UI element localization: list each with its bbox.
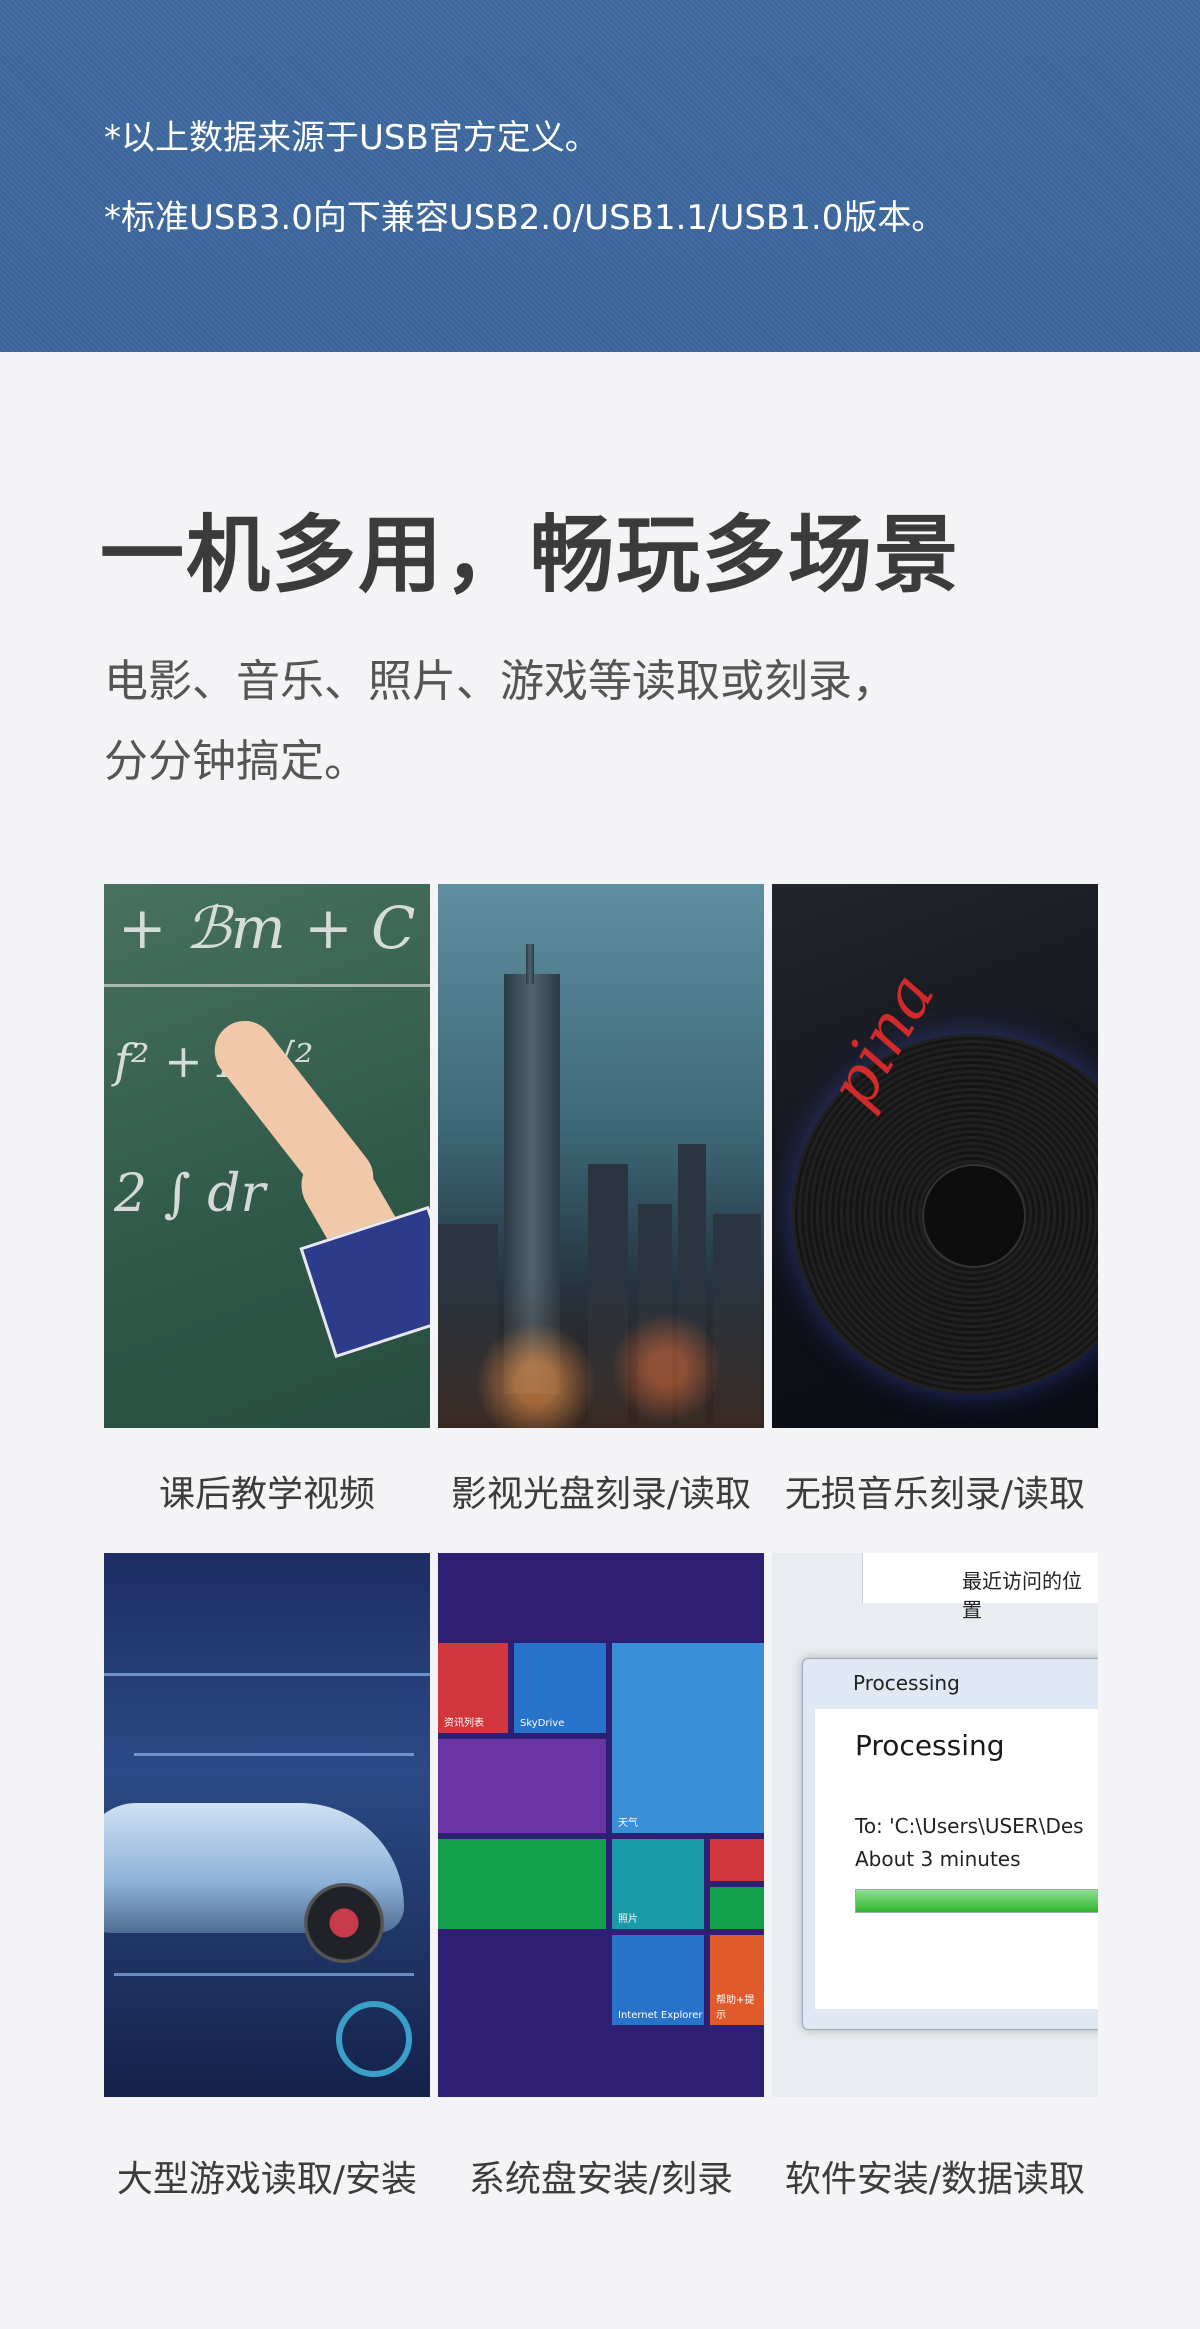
- dialog-eta: About 3 minutes: [855, 1847, 1021, 1871]
- scene-image-processing: 最近访问的位置 Processing Processing To: 'C:\Us…: [772, 1553, 1098, 2097]
- speed-gauge-icon: [336, 2001, 412, 2077]
- progress-bar: [855, 1889, 1098, 1913]
- dialog-destination: To: 'C:\Users\USER\Des: [855, 1814, 1084, 1838]
- caption-game-install: 大型游戏读取/安装: [116, 2159, 418, 2200]
- scene-image-city: [438, 884, 764, 1428]
- caption-software-install: 软件安装/数据读取: [784, 2159, 1086, 2200]
- notes-band: *以上数据来源于USB官方定义。 *标准USB3.0向下兼容USB2.0/USB…: [0, 0, 1200, 352]
- photos-icon: 照片: [612, 1839, 704, 1929]
- note-data-source: *以上数据来源于USB官方定义。: [104, 118, 599, 158]
- caption-movie-disc: 影视光盘刻录/读取: [450, 1474, 752, 1515]
- help-icon: 帮助+提示: [710, 1935, 764, 2025]
- explorer-recent-label: 最近访问的位置: [962, 1569, 1082, 1622]
- ie-icon: Internet Explorer: [612, 1935, 704, 2025]
- caption-teaching: 课后教学视频: [158, 1474, 375, 1515]
- processing-dialog: Processing Processing To: 'C:\Users\USER…: [802, 1658, 1098, 2030]
- page-title: 一机多用，畅玩多场景: [100, 506, 961, 604]
- scene-image-vinyl: pina: [772, 884, 1098, 1428]
- scene-image-teaching: + ℬm + C f² + B √² 2 ∫ dr: [104, 884, 430, 1428]
- weather-icon: 天气: [612, 1643, 764, 1833]
- dialog-window-title: Processing: [853, 1671, 960, 1695]
- subtitle-line-1: 电影、音乐、照片、游戏等读取或刻录，: [104, 656, 896, 707]
- note-compatibility: *标准USB3.0向下兼容USB2.0/USB1.1/USB1.0版本。: [104, 198, 946, 238]
- skydrive-icon: SkyDrive: [514, 1643, 606, 1733]
- caption-system-disc: 系统盘安装/刻录: [468, 2159, 734, 2200]
- scene-image-car: [104, 1553, 430, 2097]
- dialog-heading: Processing: [855, 1729, 1005, 1762]
- subtitle-line-2: 分分钟搞定。: [104, 736, 368, 787]
- scene-image-windows: 资讯列表 SkyDrive 天气 照片 Internet Explorer 帮助…: [438, 1553, 764, 2097]
- caption-lossless-music: 无损音乐刻录/读取: [784, 1474, 1086, 1515]
